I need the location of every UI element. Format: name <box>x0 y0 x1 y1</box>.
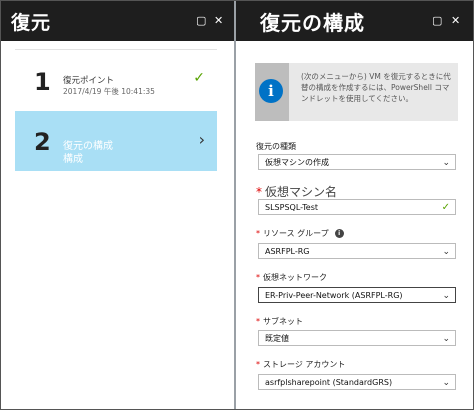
restore-type-label: 復元の種類 <box>256 142 296 151</box>
resource-group-value: ASRFPL-RG <box>265 247 310 256</box>
restore-type-select[interactable]: 仮想マシンの作成 ⌄ <box>258 154 456 170</box>
close-icon[interactable]: ✕ <box>214 14 223 27</box>
check-icon: ✓ <box>193 70 205 86</box>
storage-account-select[interactable]: asrfplsharepoint (StandardGRS) ⌄ <box>258 374 456 390</box>
step-restore-point[interactable]: 1 復元ポイント 2017/4/19 午後 10:41:35 ✓ <box>15 49 217 112</box>
step-restore-configuration[interactable]: 2 復元の構成 構成 › <box>15 111 217 171</box>
info-banner: i (次のメニューから) VM を復元するときに代替の構成を作成するには、Pow… <box>255 63 458 121</box>
check-icon: ✓ <box>441 202 450 213</box>
chevron-down-icon: ⌄ <box>442 334 450 344</box>
restore-config-header: 復元の構成 ▢ ✕ <box>236 1 473 41</box>
close-icon[interactable]: ✕ <box>451 14 460 27</box>
vm-name-value: SLSPSQL-Test <box>265 203 319 212</box>
info-text: (次のメニューから) VM を復元するときに代替の構成を作成するには、Power… <box>301 72 451 103</box>
chevron-down-icon: ⌄ <box>442 378 450 388</box>
subnet-select[interactable]: 既定値 ⌄ <box>258 330 456 346</box>
step-number: 2 <box>34 128 51 156</box>
chevron-down-icon: ⌄ <box>442 158 450 168</box>
required-marker: * <box>256 185 262 199</box>
restore-blade-title: 復元 <box>11 12 52 34</box>
info-icon: i <box>259 79 283 103</box>
resource-group-label: * リソース グループ i <box>256 228 344 239</box>
info-icon[interactable]: i <box>334 229 344 238</box>
restore-type-value: 仮想マシンの作成 <box>265 158 329 167</box>
step-subtitle: 2017/4/19 午後 10:41:35 <box>63 87 155 96</box>
chevron-down-icon: ⌄ <box>442 291 450 301</box>
info-icon-box: i <box>255 63 289 121</box>
virtual-network-label: * 仮想ネットワーク <box>256 273 327 282</box>
virtual-network-value: ER-Priv-Peer-Network (ASRFPL-RG) <box>265 291 403 300</box>
storage-account-value: asrfplsharepoint (StandardGRS) <box>265 378 393 387</box>
required-marker: * <box>256 273 260 282</box>
restore-blade-header: 復元 ▢ ✕ <box>1 1 234 41</box>
step-title: 復元ポイント <box>63 76 115 86</box>
required-marker: * <box>256 229 260 238</box>
maximize-icon[interactable]: ▢ <box>196 14 206 27</box>
restore-config-title: 復元の構成 <box>260 11 365 35</box>
resource-group-select[interactable]: ASRFPL-RG ⌄ <box>258 243 456 259</box>
required-marker: * <box>256 317 260 326</box>
portal-frame: 復元 ▢ ✕ 1 復元ポイント 2017/4/19 午後 10:41:35 ✓ … <box>0 0 474 410</box>
vm-name-input[interactable]: SLSPSQL-Test ✓ <box>258 199 456 215</box>
storage-account-label: * ストレージ アカウント <box>256 360 346 369</box>
subnet-value: 既定値 <box>265 334 289 343</box>
maximize-icon[interactable]: ▢ <box>432 14 442 27</box>
subnet-label: * サブネット <box>256 317 303 326</box>
vm-name-label: * 仮想マシン名 <box>256 185 338 199</box>
required-marker: * <box>256 360 260 369</box>
restore-blade: 復元 ▢ ✕ 1 復元ポイント 2017/4/19 午後 10:41:35 ✓ … <box>1 1 236 409</box>
restore-config-blade: 復元の構成 ▢ ✕ i (次のメニューから) VM を復元するときに代替の構成を… <box>236 1 473 409</box>
step-title-line2: 構成 <box>63 154 83 165</box>
chevron-down-icon: ⌄ <box>442 247 450 257</box>
step-number: 1 <box>34 68 51 96</box>
chevron-right-icon: › <box>198 130 205 149</box>
virtual-network-select[interactable]: ER-Priv-Peer-Network (ASRFPL-RG) ⌄ <box>258 287 456 303</box>
